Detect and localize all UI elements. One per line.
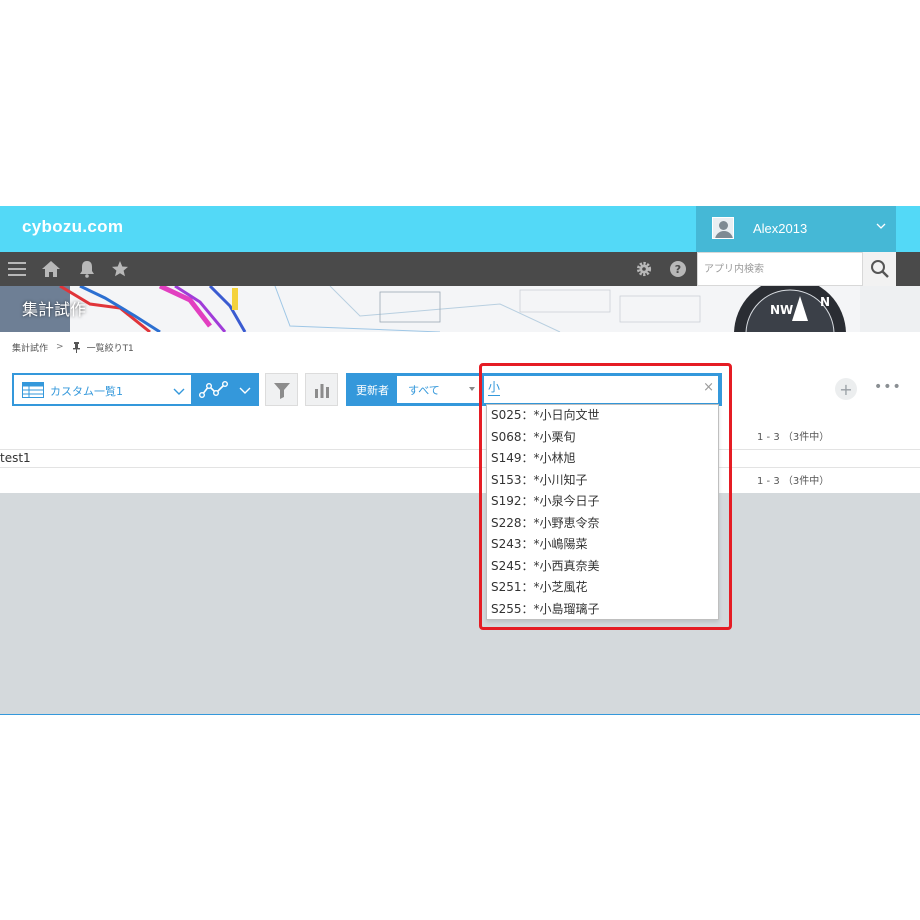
updater-condition-select[interactable]: すべて [397, 376, 480, 403]
pin-icon [72, 341, 80, 353]
gear-icon[interactable] [633, 252, 655, 286]
breadcrumb: 集計試作 > 一覧絞りT1 [12, 340, 134, 354]
app-banner: NW N 集計試作 [0, 286, 920, 332]
cybozu-logo[interactable]: cybozu.com [22, 217, 123, 237]
caret-down-icon [469, 387, 475, 391]
svg-text:NW: NW [770, 303, 793, 317]
brand-bar: cybozu.com Alex2013 [0, 206, 920, 252]
menu-icon[interactable] [6, 252, 28, 286]
graph-view-button[interactable] [193, 373, 259, 406]
star-icon[interactable] [109, 252, 131, 286]
view-selector-label: カスタム一覧1 [50, 385, 123, 398]
bell-icon[interactable] [76, 252, 98, 286]
updater-label: 更新者 [356, 384, 389, 397]
help-icon[interactable]: ? [667, 252, 689, 286]
funnel-icon [273, 382, 290, 399]
user-menu[interactable]: Alex2013 [696, 206, 896, 252]
chevron-down-icon [876, 223, 886, 229]
suggestion-item[interactable]: S228：*小野恵令奈 [487, 513, 718, 535]
more-options-button[interactable]: ••• [874, 380, 901, 396]
empty-content-area [0, 493, 920, 714]
suggestion-item[interactable]: S245：*小西真奈美 [487, 556, 718, 578]
app-title: 集計試作 [22, 300, 87, 319]
line-graph-icon [199, 381, 229, 398]
bar-chart-icon [314, 383, 329, 398]
chart-button[interactable] [305, 373, 338, 406]
home-icon[interactable] [40, 252, 62, 286]
banner-map-image: NW N [0, 286, 920, 332]
suggestion-item[interactable]: S255：*小島瑠璃子 [487, 599, 718, 621]
table-view-icon [22, 382, 44, 398]
view-selector[interactable]: カスタム一覧1 [12, 373, 193, 406]
suggestion-item[interactable]: S251：*小芝風花 [487, 577, 718, 599]
avatar [712, 217, 734, 239]
global-toolbar: ? [0, 252, 920, 286]
breadcrumb-app[interactable]: 集計試作 [12, 341, 48, 354]
clear-icon[interactable]: × [703, 381, 714, 395]
user-search-field[interactable]: 小 × [484, 376, 718, 403]
svg-text:?: ? [675, 263, 681, 276]
suggestion-item[interactable]: S149：*小林旭 [487, 448, 718, 470]
row-divider [0, 467, 920, 468]
add-record-button[interactable]: + [835, 378, 857, 400]
user-search-input[interactable]: 小 [488, 380, 501, 396]
row-divider [0, 449, 920, 450]
app-search-input[interactable] [698, 253, 862, 285]
chevron-down-icon [239, 387, 251, 394]
record-count-top: 1 - 3 （3件中） [757, 432, 830, 443]
suggestion-item[interactable]: S243：*小嶋陽菜 [487, 534, 718, 556]
user-suggestion-list: S025：*小日向文世 S068：*小栗旬 S149：*小林旭 S153：*小川… [486, 404, 719, 620]
breadcrumb-view: 一覧絞りT1 [86, 343, 134, 354]
record-title[interactable]: test1 [0, 451, 31, 465]
updater-filter: 更新者 すべて 小 × [346, 373, 722, 406]
updater-condition-value: すべて [408, 384, 440, 397]
suggestion-item[interactable]: S153：*小川知子 [487, 470, 718, 492]
chevron-down-icon [173, 388, 185, 395]
app-search-box [697, 252, 863, 286]
svg-text:N: N [820, 295, 830, 309]
search-button[interactable] [863, 252, 896, 286]
kintone-app-window: cybozu.com Alex2013 ? アプリ内検索 NW N 集計試作 集… [0, 206, 920, 715]
user-name: Alex2013 [753, 221, 808, 236]
suggestion-item[interactable]: S025：*小日向文世 [487, 405, 718, 427]
bottom-divider [0, 714, 920, 715]
filter-button[interactable] [265, 373, 298, 406]
search-icon [870, 260, 889, 278]
suggestion-item[interactable]: S068：*小栗旬 [487, 427, 718, 449]
record-count-bottom: 1 - 3 （3件中） [757, 476, 830, 487]
breadcrumb-separator: > [56, 342, 64, 352]
suggestion-item[interactable]: S192：*小泉今日子 [487, 491, 718, 513]
